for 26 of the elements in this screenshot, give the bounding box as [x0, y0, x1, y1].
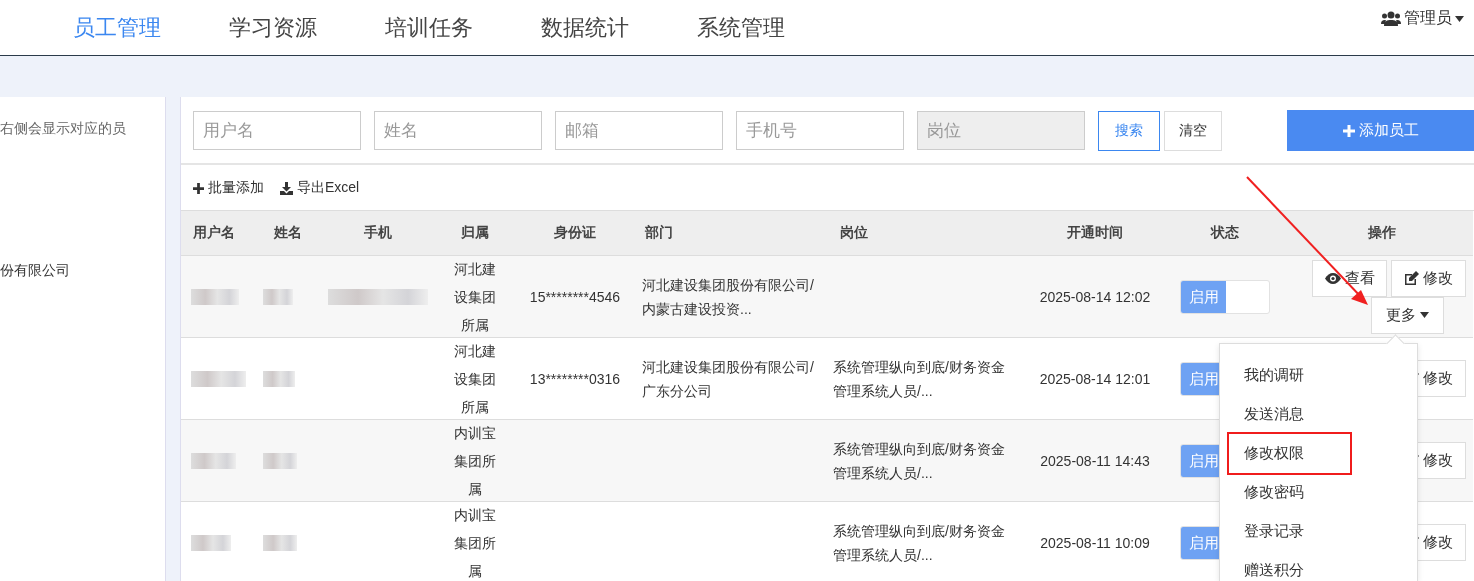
table-cell-text: 15********4546	[529, 287, 621, 307]
table-cell-text: 2025-08-14 12:01	[1039, 369, 1151, 389]
column-header: 状态	[1211, 224, 1239, 242]
table-cell-text: 2025-08-11 10:09	[1040, 533, 1150, 553]
column-header: 手机	[363, 224, 392, 242]
table-cell-text: 系统管理纵向到底/财务资金管理系统人员/...	[833, 521, 1006, 565]
table-cell-text: 系统管理纵向到底/财务资金管理系统人员/...	[833, 439, 1006, 483]
column-header: 开通时间	[1067, 224, 1123, 242]
table-cell-text: 系统管理纵向到底/财务资金管理系统人员/...	[833, 357, 1006, 401]
column-header: 归属	[461, 224, 489, 242]
column-header: 岗位	[840, 224, 868, 242]
table-cell-text: 2025-08-11 14:43	[1040, 451, 1150, 471]
column-header: 用户名	[193, 224, 235, 242]
table-cell-text: 河北建设集团所属	[453, 259, 497, 335]
sidebar-hint: 右侧会显示对应的员	[0, 120, 127, 138]
table-cell-text: 13********0316	[529, 369, 621, 389]
column-header: 操作	[1367, 224, 1396, 242]
table-cell-text: 河北建设集团股份有限公司/广东分公司	[642, 357, 815, 401]
column-header: 身份证	[554, 224, 596, 242]
table-cell-text: 内训宝集团所属	[453, 505, 497, 581]
column-header: 姓名	[273, 224, 302, 242]
table-cell-text: 河北建设集团股份有限公司/内蒙古建设投资...	[642, 275, 815, 319]
table-cell-text: 内训宝集团所属	[453, 423, 497, 499]
table-cell-text: 河北建设集团所属	[453, 341, 497, 417]
table-cell-text: 2025-08-14 12:02	[1039, 287, 1151, 307]
column-header: 部门	[645, 224, 673, 242]
